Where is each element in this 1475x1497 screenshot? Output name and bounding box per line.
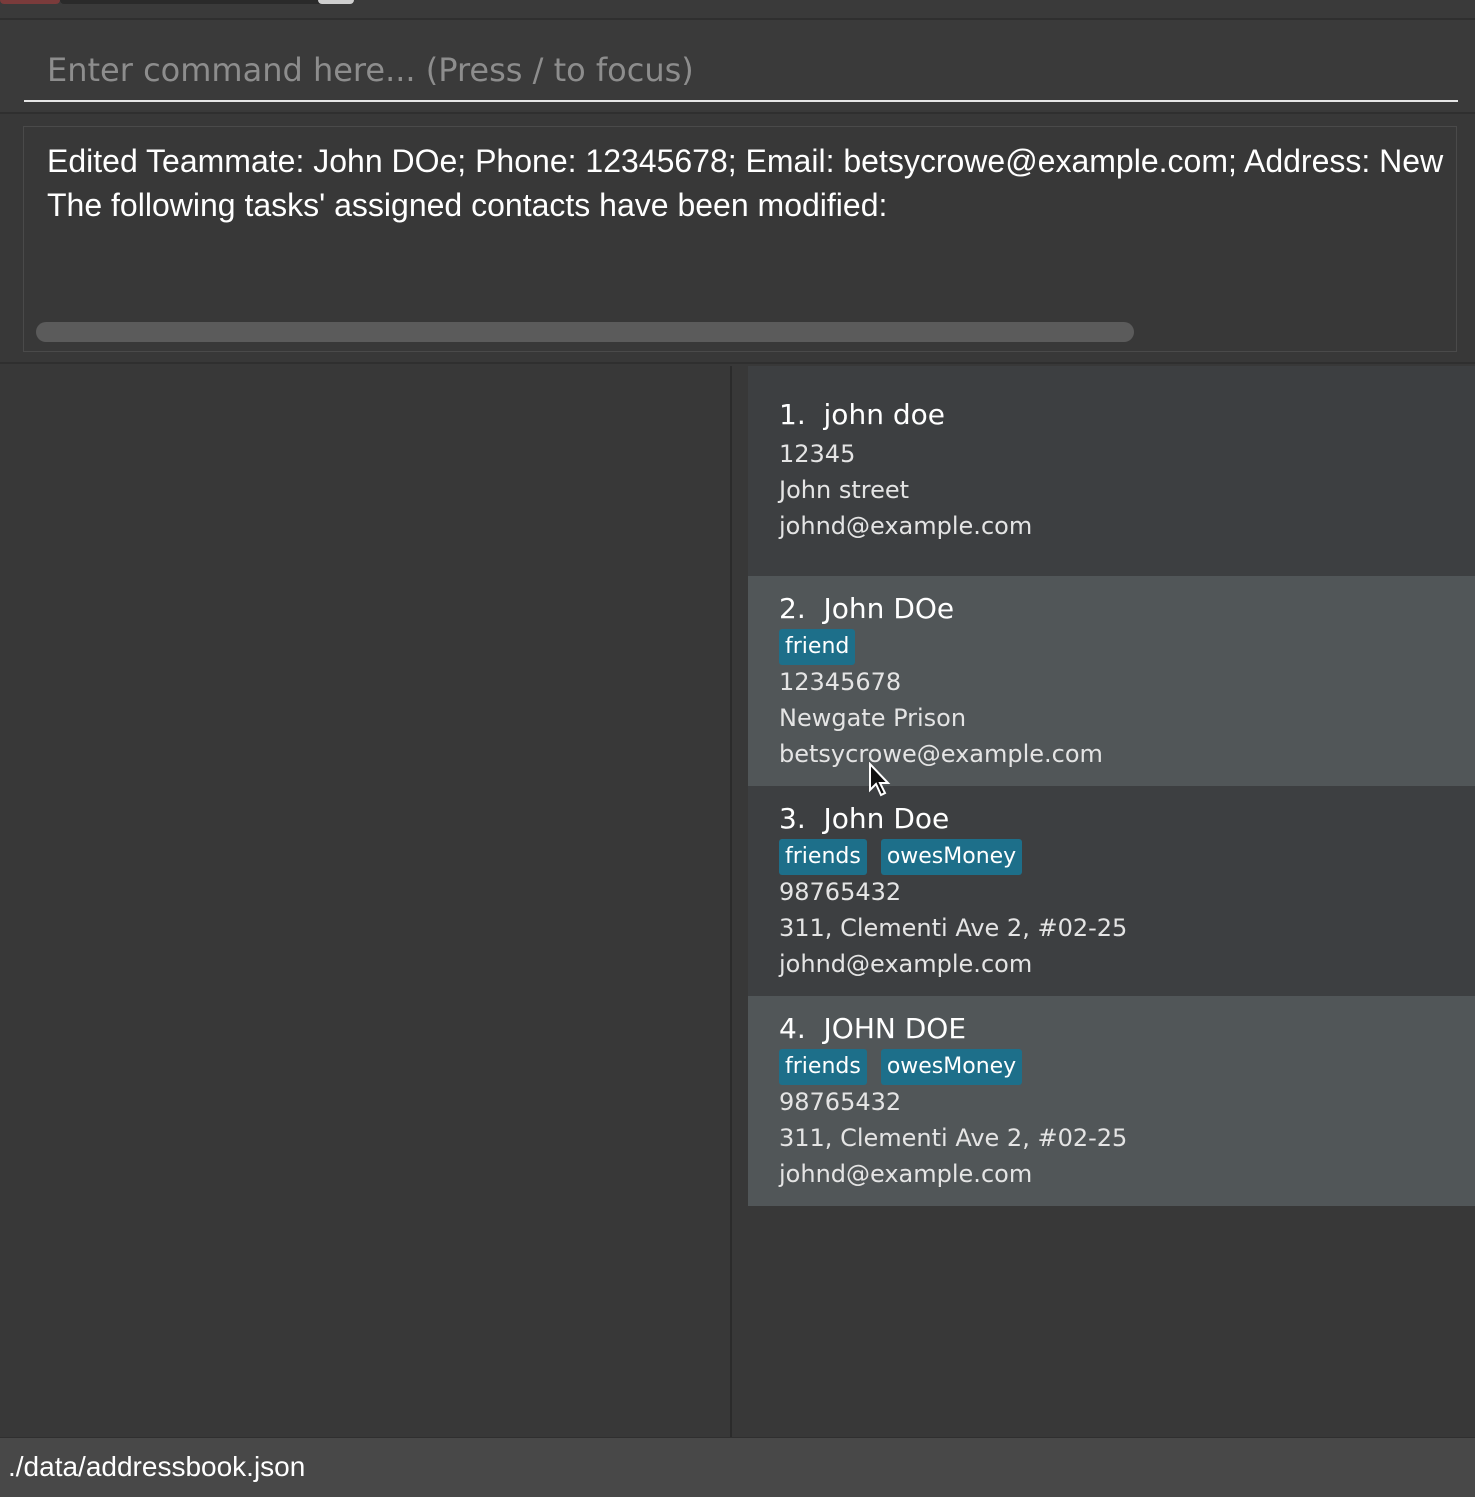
address-book-window: Edited Teammate: John DOe; Phone: 123456… [0,0,1475,1497]
contact-phone: 12345 [779,440,856,468]
command-box-panel [0,20,1475,114]
contact-name: 2. John DOe [779,592,954,625]
contact-card[interactable]: 3. John Doe friends owesMoney 98765432 3… [748,786,1475,996]
status-bar: ./data/addressbook.json [0,1437,1475,1497]
contact-phone: 12345678 [779,668,902,696]
contact-name-text: john doe [823,398,945,431]
contact-name: 4. JOHN DOE [779,1012,966,1045]
save-location-path: ./data/addressbook.json [8,1451,306,1482]
contact-card[interactable]: 1. john doe 12345 John street johnd@exam… [748,366,1475,576]
split-pane-divider[interactable] [730,366,732,1437]
tag-badge: owesMoney [880,1049,1023,1085]
contact-name-text: JOHN DOE [823,1012,967,1045]
contact-index: 2. [779,592,806,625]
result-display-panel: Edited Teammate: John DOe; Phone: 123456… [0,116,1475,364]
mouse-cursor-icon [869,762,891,797]
result-display: Edited Teammate: John DOe; Phone: 123456… [23,126,1457,352]
contact-name: 1. john doe [779,398,945,431]
contact-phone: 98765432 [779,878,902,906]
tag-badge: owesMoney [880,839,1023,875]
contact-email: johnd@example.com [779,1160,1033,1188]
tag-badge: friends [779,1049,867,1085]
contact-tags: friends owesMoney [779,839,1023,875]
window-top-strip [0,0,1475,20]
contact-tags: friends owesMoney [779,1049,1023,1085]
horizontal-scrollbar[interactable] [36,322,1134,342]
contact-list: 1. john doe 12345 John street johnd@exam… [748,366,1475,1437]
contact-name-text: John Doe [823,802,950,835]
contact-address: 311, Clementi Ave 2, #02-25 [779,914,1128,942]
contact-address: 311, Clementi Ave 2, #02-25 [779,1124,1128,1152]
contact-phone: 98765432 [779,1088,902,1116]
command-input[interactable] [24,40,1458,102]
contact-index: 3. [779,802,806,835]
result-line-1: Edited Teammate: John DOe; Phone: 123456… [47,143,1444,179]
contact-address: John street [779,476,910,504]
contact-index: 1. [779,398,806,431]
contact-email: betsycrowe@example.com [779,740,1103,768]
contact-name-text: John DOe [823,592,955,625]
task-list-panel [0,366,730,1437]
contact-card[interactable]: 2. John DOe friend 12345678 Newgate Pris… [748,576,1475,786]
tag-badge: friends [779,839,867,875]
contact-card[interactable]: 4. JOHN DOE friends owesMoney 98765432 3… [748,996,1475,1206]
contact-tags: friend [779,629,856,665]
contact-name: 3. John Doe [779,802,949,835]
contact-email: johnd@example.com [779,950,1033,978]
contact-address: Newgate Prison [779,704,967,732]
result-line-2: The following tasks' assigned contacts h… [47,187,888,223]
tag-badge: friend [779,629,856,665]
contact-email: johnd@example.com [779,512,1033,540]
contact-index: 4. [779,1012,806,1045]
